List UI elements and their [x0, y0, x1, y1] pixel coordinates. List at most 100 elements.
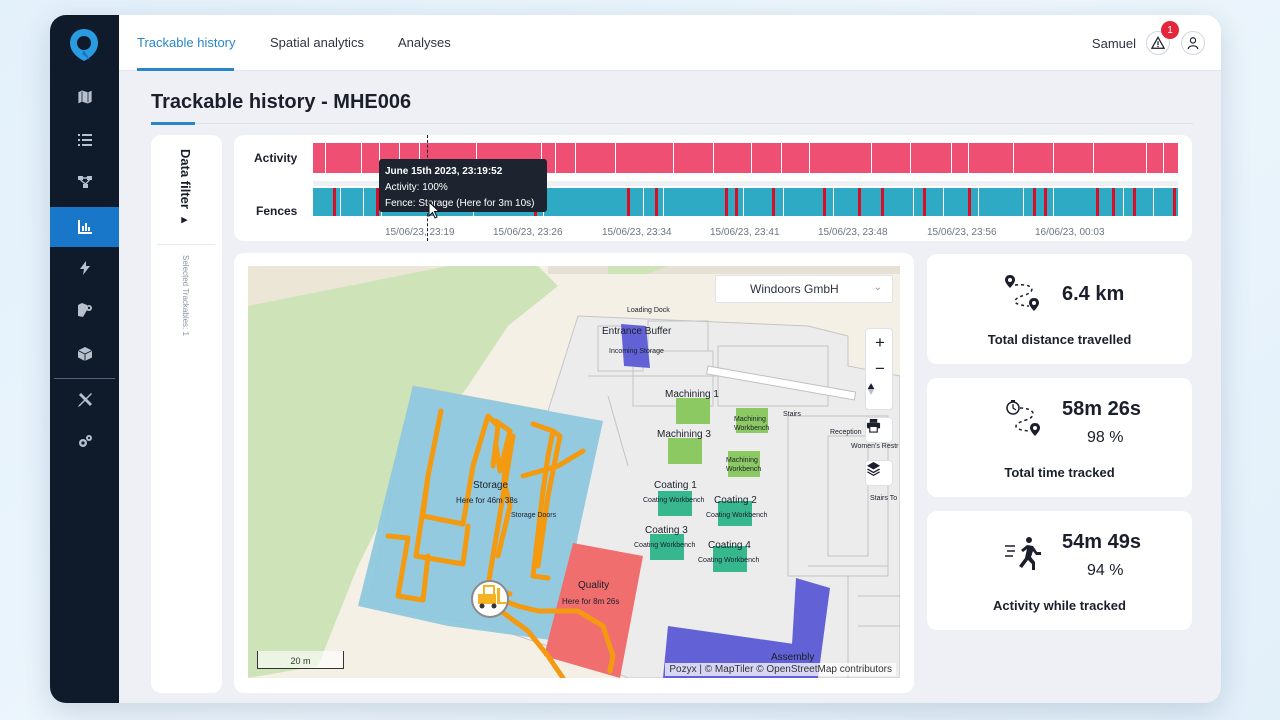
sidebar-item-zones[interactable] [50, 290, 119, 330]
map-label-storage-time: Here for 46m 38s [456, 496, 518, 505]
sidebar-item-analytics[interactable] [50, 207, 119, 247]
fence-alert-segment [627, 188, 630, 216]
activity-segment-separator [1093, 143, 1094, 173]
sidebar [50, 15, 119, 703]
sidebar-item-events[interactable] [50, 248, 119, 288]
activity-segment-separator [871, 143, 872, 173]
time-tick: 15/06/23, 23:34 [602, 227, 672, 238]
fence-alert-segment [1096, 188, 1099, 216]
tooltip-time: June 15th 2023, 23:19:52 [385, 166, 503, 177]
data-filter-toggle[interactable]: Data filter ▸ [178, 149, 193, 228]
map-label-reception: Reception [830, 429, 862, 436]
map-label-coating4: Coating 4 [708, 540, 751, 551]
fence-alert-segment [1044, 188, 1047, 216]
activity-segment-separator [809, 143, 810, 173]
tab-analyses[interactable]: Analyses [398, 35, 451, 50]
sidebar-divider [54, 378, 115, 379]
filter-divider [157, 244, 215, 245]
tooltip-fence: Fence: Storage (Here for 3m 10s) [385, 198, 535, 209]
alert-count-badge: 1 [1161, 21, 1179, 39]
company-select-value: Windoors GmbH [750, 282, 839, 296]
data-filter-panel[interactable]: Data filter ▸ Selected Trackables: 1 [151, 135, 222, 693]
time-tracked-percent: 98 % [1087, 429, 1124, 446]
activity-label: Activity while tracked [993, 598, 1126, 613]
sidebar-item-list[interactable] [50, 120, 119, 160]
map-icon [77, 89, 92, 105]
timeline-tooltip: June 15th 2023, 23:19:52 Activity: 100% … [379, 159, 547, 212]
time-tracked-stat-card: 58m 26s 98 % Total time tracked [927, 378, 1192, 497]
fence-segment-separator [978, 188, 979, 216]
fence-alert-segment [968, 188, 971, 216]
fence-alert-segment [1173, 188, 1176, 216]
company-select[interactable]: Windoors GmbH ⌄ [715, 275, 893, 303]
settings-icon [78, 435, 92, 447]
sidebar-item-assets[interactable] [50, 334, 119, 374]
list-icon [77, 134, 92, 146]
map-label-womens-restroom: Women's Restr [851, 443, 899, 450]
zoom-in-button[interactable]: + [866, 330, 894, 356]
title-divider [151, 123, 1193, 124]
fence-alert-segment [1112, 188, 1115, 216]
sidebar-item-settings[interactable] [50, 422, 119, 462]
tooltip-activity: Activity: 100% [385, 182, 448, 193]
map-panel: Loading Dock Entrance Buffer Incoming St… [234, 253, 914, 693]
map-label-coating-workbench: Coating Workbench [643, 497, 705, 504]
tools-icon [77, 393, 92, 407]
top-navigation: Trackable history Spatial analytics Anal… [119, 15, 1221, 71]
map-label-storage-doors: Storage Doors [511, 512, 557, 519]
time-tick: 16/06/23, 00:03 [1035, 227, 1105, 238]
pozyx-logo[interactable] [68, 28, 100, 62]
reset-north-button[interactable] [866, 382, 894, 408]
fence-segment-separator [783, 188, 784, 216]
fence-alert-segment [823, 188, 826, 216]
sidebar-item-flow[interactable] [50, 162, 119, 202]
page-title: Trackable history - MHE006 [151, 91, 412, 113]
fence-segment-separator [340, 188, 341, 216]
fence-segment-separator [663, 188, 664, 216]
map-scale-bar: 20 m [257, 651, 344, 669]
printer-icon [866, 418, 881, 433]
floor-map[interactable]: Loading Dock Entrance Buffer Incoming St… [248, 266, 900, 678]
map-attribution[interactable]: Pozyx | © MapTiler © OpenStreetMap contr… [665, 663, 896, 676]
warning-icon [1151, 36, 1165, 49]
fence-segment-separator [363, 188, 364, 216]
activity-segment-separator [1013, 143, 1014, 173]
activity-percent: 94 % [1087, 562, 1124, 579]
fence-segment-separator [1153, 188, 1154, 216]
fence-segment-separator [743, 188, 744, 216]
map-label-coating3: Coating 3 [645, 525, 688, 536]
time-tracked-label: Total time tracked [1004, 465, 1115, 480]
sidebar-item-map[interactable] [50, 77, 119, 117]
flow-icon [77, 176, 92, 188]
activity-segment-separator [968, 143, 969, 173]
profile-button[interactable] [1181, 31, 1205, 55]
map-label-coating-workbench: Coating Workbench [706, 512, 768, 519]
distance-value: 6.4 km [1062, 283, 1125, 305]
tab-spatial-analytics[interactable]: Spatial analytics [270, 35, 364, 50]
fence-alert-segment [858, 188, 861, 216]
time-tick: 15/06/23, 23:56 [927, 227, 997, 238]
activity-stat-card: 54m 49s 94 % Activity while tracked [927, 511, 1192, 630]
fence-alert-segment [725, 188, 728, 216]
time-tick: 15/06/23, 23:41 [710, 227, 780, 238]
plus-icon: + [875, 333, 885, 352]
selected-trackables-count: Selected Trackables: 1 [181, 255, 190, 336]
time-tick: 15/06/23, 23:19 [385, 227, 455, 238]
map-label-stairs: Stairs [783, 411, 801, 418]
user-name[interactable]: Samuel [1092, 36, 1136, 51]
fence-segment-separator [943, 188, 944, 216]
print-button[interactable] [865, 417, 893, 443]
map-label-coating2: Coating 2 [714, 495, 757, 506]
compass-icon [867, 383, 875, 395]
zoom-out-button[interactable]: − [866, 356, 894, 382]
map-label-coating1: Coating 1 [654, 480, 697, 491]
activity-segment-separator [673, 143, 674, 173]
route-icon [1005, 275, 1039, 311]
fence-segment-separator [1023, 188, 1024, 216]
app-window: Trackable history Spatial analytics Anal… [50, 15, 1221, 703]
tab-trackable-history[interactable]: Trackable history [137, 35, 236, 50]
layers-button[interactable] [865, 460, 893, 486]
chevron-down-icon: ⌄ [873, 282, 882, 293]
sidebar-item-tools[interactable] [50, 380, 119, 420]
map-label-coating-workbench: Coating Workbench [634, 542, 696, 549]
